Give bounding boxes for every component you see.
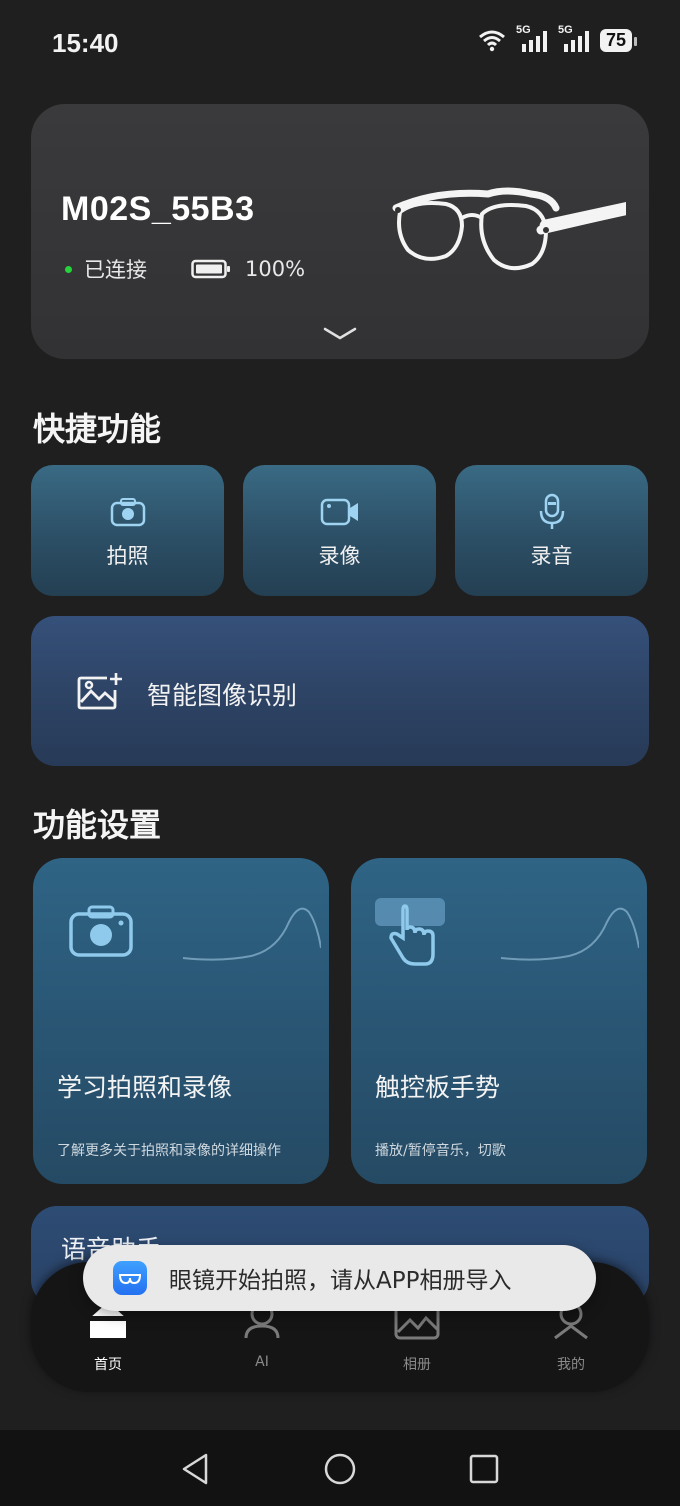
image-sparkle-icon bbox=[77, 673, 122, 710]
quick-video-label: 录像 bbox=[318, 543, 361, 568]
signal-bars-icon bbox=[563, 31, 589, 52]
microphone-icon bbox=[539, 493, 564, 529]
chevron-down-icon[interactable] bbox=[323, 326, 357, 342]
status-time: 15:40 bbox=[52, 28, 119, 58]
system-navigation-bar bbox=[0, 1430, 680, 1506]
touchpad-gestures-description: 播放/暂停音乐，切歌 bbox=[375, 1143, 506, 1159]
tab-home-label: 首页 bbox=[94, 1357, 122, 1373]
status-icons: 5G 5G 75 bbox=[476, 24, 638, 52]
battery-percent: 100% bbox=[245, 257, 306, 281]
toast-notification: 眼镜开始拍照，请从APP相册导入 bbox=[83, 1245, 596, 1311]
battery-icon bbox=[191, 259, 230, 279]
smart-image-recognition-label: 智能图像识别 bbox=[147, 681, 298, 710]
quick-audio-button[interactable]: 录音 bbox=[455, 465, 648, 596]
quick-photo-label: 拍照 bbox=[106, 543, 149, 568]
camera-icon bbox=[69, 905, 133, 957]
status-bar: 15:40 5G 5G 75 bbox=[0, 0, 680, 90]
cell-signal-2: 5G bbox=[558, 24, 592, 52]
device-name: M02S_55B3 bbox=[61, 190, 255, 228]
tab-profile-label: 我的 bbox=[557, 1357, 585, 1373]
quick-photo-button[interactable]: 拍照 bbox=[31, 465, 224, 596]
learn-photo-video-title: 学习拍照和录像 bbox=[57, 1073, 233, 1102]
touchpad-gestures-title: 触控板手势 bbox=[375, 1073, 501, 1102]
function-settings-title: 功能设置 bbox=[33, 806, 162, 844]
back-icon[interactable] bbox=[180, 1452, 210, 1486]
smart-image-recognition-card[interactable]: 智能图像识别 bbox=[31, 616, 649, 766]
tab-ai-label: AI bbox=[255, 1354, 269, 1370]
learn-photo-video-card[interactable]: 学习拍照和录像 了解更多关于拍照和录像的详细操作 bbox=[33, 858, 329, 1184]
signal-bars-icon bbox=[521, 31, 547, 52]
wave-decoration-icon bbox=[500, 907, 639, 961]
app-logo-icon bbox=[113, 1261, 147, 1295]
tab-gallery-label: 相册 bbox=[403, 1357, 431, 1373]
toast-message: 眼镜开始拍照，请从APP相册导入 bbox=[169, 1268, 512, 1294]
quick-functions-title: 快捷功能 bbox=[33, 410, 162, 448]
recents-icon[interactable] bbox=[469, 1454, 499, 1484]
quick-video-button[interactable]: 录像 bbox=[243, 465, 436, 596]
wave-decoration-icon bbox=[182, 907, 321, 961]
cell-signal-1: 5G bbox=[516, 24, 550, 52]
glasses-icon bbox=[392, 187, 626, 271]
touch-hand-icon bbox=[375, 898, 445, 966]
touchpad-gestures-card[interactable]: 触控板手势 播放/暂停音乐，切歌 bbox=[351, 858, 647, 1184]
connection-row: 已连接 100% bbox=[65, 254, 305, 284]
wifi-icon bbox=[479, 30, 505, 52]
learn-photo-video-description: 了解更多关于拍照和录像的详细操作 bbox=[57, 1143, 281, 1159]
quick-audio-label: 录音 bbox=[530, 543, 573, 568]
connected-dot-icon bbox=[65, 265, 72, 273]
video-camera-icon bbox=[320, 498, 358, 525]
connection-status: 已连接 bbox=[84, 258, 147, 282]
camera-icon bbox=[110, 497, 145, 526]
device-card[interactable]: M02S_55B3 已连接 100% bbox=[31, 104, 649, 359]
home-circle-icon[interactable] bbox=[323, 1452, 357, 1486]
status-battery: 75 bbox=[599, 28, 638, 52]
